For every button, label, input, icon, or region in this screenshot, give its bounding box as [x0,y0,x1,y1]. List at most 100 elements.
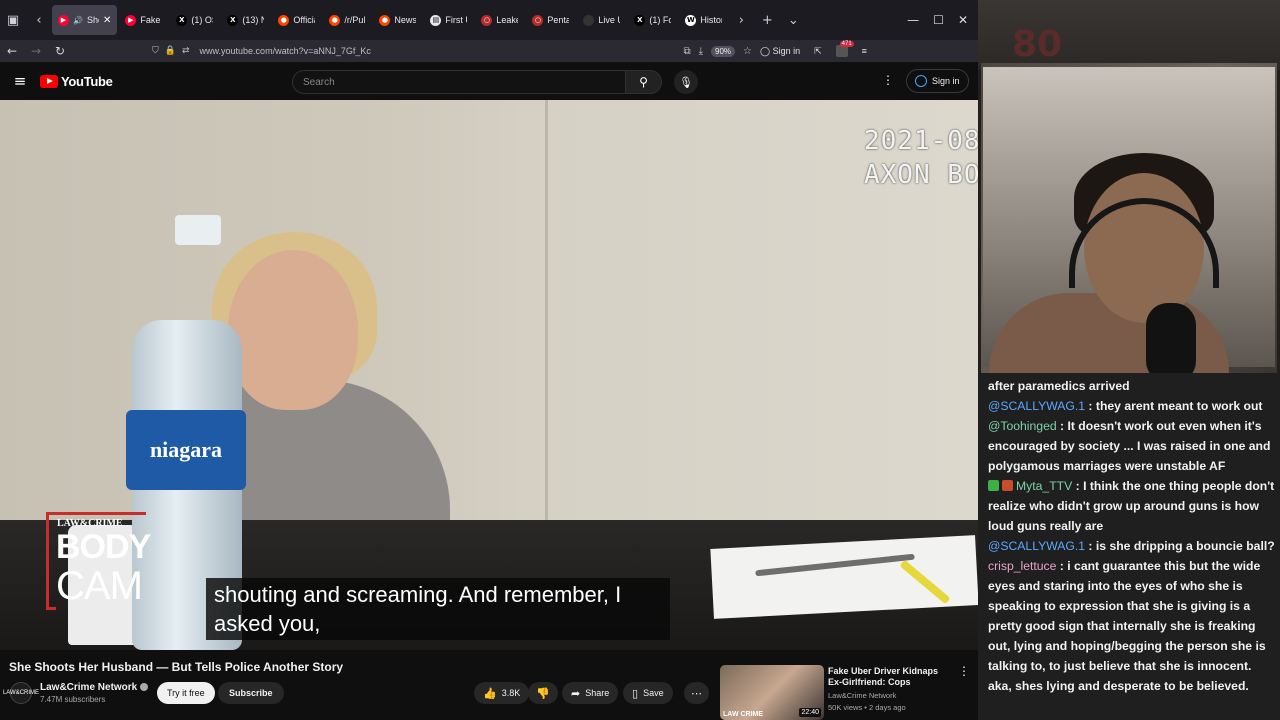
voice-search-button[interactable]: 🎙 [674,70,698,94]
more-actions-button[interactable]: ⋯ [684,682,709,704]
youtube-play-icon [40,74,58,88]
try-it-free-button[interactable]: Try it free [157,682,215,704]
browser-tab[interactable]: X(1) OS [170,5,219,35]
browser-tab[interactable]: ○ Penta [526,5,575,35]
search-button[interactable]: ⚲ [626,70,662,94]
recommended-thumbnail[interactable]: LAW CRIME 22:40 [720,665,824,720]
browser-tab[interactable]: ▶ 🔊She ✕ [52,5,118,35]
close-window-icon[interactable]: ✕ [958,13,968,27]
tab-title: Live U [598,15,620,25]
tab-audio-icon[interactable]: 🔊 [73,16,83,25]
recommended-channel[interactable]: Law&Crime Network [828,691,896,700]
tab-list-icon[interactable]: ⌄ [780,7,806,33]
emote-badge-icon [1002,480,1013,491]
channel-avatar[interactable]: LAW&CRIME [3,682,39,704]
tab-close-icon[interactable]: ✕ [103,15,111,26]
url-text[interactable]: www.youtube.com/watch?v=aNNJ_7Gf_Kc [200,46,371,56]
chat-text: i cant guarantee this but the wide eyes … [988,559,1266,693]
chat-separator: : [1056,559,1068,573]
zoom-level[interactable]: 90% [711,45,736,57]
video-player[interactable]: niagara 2021-08 AXON BO LAW&CRIME BODY C… [0,100,978,650]
bodycam-body-text: BODY [56,528,151,566]
tab-title: Fake U [140,15,162,25]
chat-text: after paramedics arrived [988,379,1130,393]
bodycam-frame-corner [46,600,56,610]
download-icon[interactable]: ⤓ [699,46,703,57]
tabs-scroll-right-icon[interactable]: › [728,7,754,33]
bookmark-star-icon[interactable]: ☆ [743,46,752,57]
save-button[interactable]: ▯ Save [623,682,673,704]
youtube-favicon-icon: ▶ [58,14,69,26]
timestamp-line-2: AXON BO [864,160,978,190]
minimize-icon[interactable]: — [907,13,919,27]
chat-message: @Toohinged : It doesn't work out even wh… [988,416,1276,476]
permissions-icon[interactable]: ⇄ [182,46,190,56]
channel-name[interactable]: Law&Crime Network [40,682,149,693]
more-horizontal-icon: ⋯ [691,686,702,700]
tab-title: (1) Fo [649,15,672,25]
bottle-label: niagara [126,410,246,490]
thumbs-down-icon: 👎 [536,686,550,700]
tabs-scroll-left-icon[interactable]: ‹ [26,7,52,33]
room-background: 80 [978,0,1280,70]
youtube-header: ≡ YouTube Search ⚲ 🎙 ⋮ Sign in [0,62,978,100]
browser-tab[interactable]: ● News [373,5,422,35]
subscribe-button[interactable]: Subscribe [218,682,284,704]
generic-favicon-icon: ▤ [430,14,442,26]
tab-overview-icon[interactable]: ▣ [0,7,26,33]
chat-message: after paramedics arrived [988,376,1276,396]
picture-in-picture-icon[interactable]: ⧉ [683,46,690,57]
thumbs-up-icon: 👍 [483,686,497,700]
share-button[interactable]: ➦ Share [562,682,619,704]
account-button[interactable]: ◯ Sign in [760,46,800,57]
back-icon[interactable]: ← [0,44,24,58]
like-button[interactable]: 👍 3.8K [474,682,530,704]
dislike-button[interactable]: 👎 [528,682,558,704]
browser-tab[interactable]: X (13) N [221,5,270,35]
search-icon: ⚲ [639,75,648,89]
address-bar[interactable]: ⛉ 🔒 ⇄ www.youtube.com/watch?v=aNNJ_7Gf_K… [152,41,752,61]
more-options-icon[interactable]: ⋮ [882,73,894,87]
generic-red-favicon-icon: ○ [532,14,544,26]
video-info: She Shoots Her Husband — But Tells Polic… [0,650,978,720]
extensions-icon[interactable]: ⇱ [814,46,822,57]
tab-title: She [86,15,99,25]
browser-sign-in-label: Sign in [772,45,801,56]
wall-number: 80 [1012,24,1063,65]
browser-tab[interactable]: ●Officia [272,5,321,35]
youtube-sign-in-label: Sign in [932,76,960,86]
recommended-more-icon[interactable]: ⋮ [958,664,970,678]
tab-title: First U [445,15,467,25]
browser-tab[interactable]: ▤First U [424,5,473,35]
reload-icon[interactable]: ↻ [48,44,72,58]
new-tab-icon[interactable]: + [754,7,780,33]
menu-icon[interactable]: ≡ [862,46,867,56]
shield-icon[interactable]: ⛉ [152,46,159,56]
maximize-icon[interactable]: ☐ [933,13,944,27]
lock-icon[interactable]: 🔒 [165,46,176,56]
browser-tab[interactable]: W Histor [679,5,728,35]
recommended-title[interactable]: Fake Uber Driver Kidnaps Ex-Girlfriend: … [828,666,948,688]
webcam-feed [981,63,1277,373]
browser-tab[interactable]: X (1) Fo [628,5,677,35]
paper-sheet [710,535,978,619]
chat-message: Myta_TTV : I think the one thing people … [988,476,1276,536]
chat-separator: : [1085,399,1096,413]
ublock-extension-icon[interactable]: 471 [835,41,854,57]
tab-strip: ▶ 🔊She ✕ ▶Fake UX(1) OSX(13) N●Officia●/r/P… [52,5,728,35]
guide-menu-icon[interactable]: ≡ [0,72,40,90]
browser-tab[interactable]: Live U [577,5,626,35]
youtube-sign-in-button[interactable]: Sign in [906,69,969,93]
forward-icon[interactable]: → [24,44,48,58]
search-input[interactable]: Search [292,70,626,94]
save-icon: ▯ [632,686,639,700]
subscriber-count: 7.47M subscribers [40,695,106,704]
reddit-favicon-icon: ● [329,14,341,26]
browser-tab[interactable]: ○Leake [475,5,524,35]
tab-title: News [394,15,417,25]
browser-tab[interactable]: ●/r/Pul [323,5,371,35]
browser-tab[interactable]: ▶Fake U [119,5,168,35]
youtube-logo[interactable]: YouTube [40,74,113,89]
x-favicon-icon: X [176,14,188,26]
generic-red-favicon-icon: ○ [481,14,493,26]
